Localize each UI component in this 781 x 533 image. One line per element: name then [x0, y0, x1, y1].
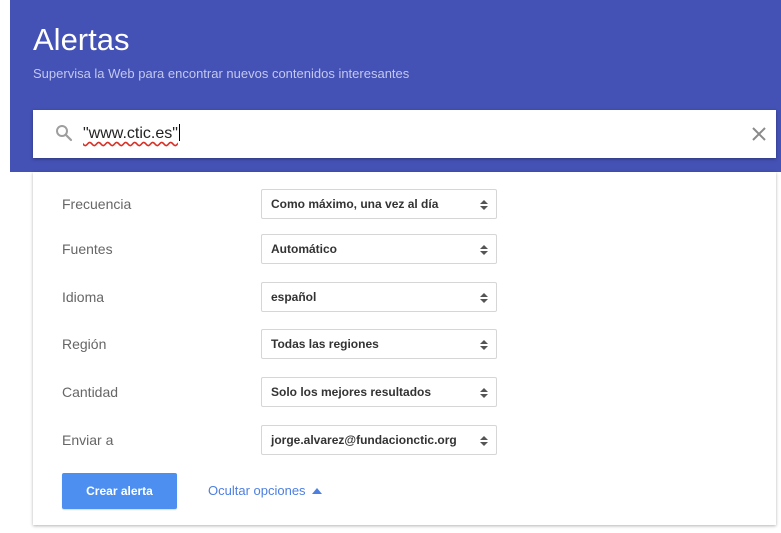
text-cursor — [178, 124, 180, 141]
select-arrows-icon — [480, 436, 488, 446]
select-arrows-icon — [480, 200, 488, 210]
enviar-a-select[interactable]: jorge.alvarez@fundacionctic.org — [261, 425, 497, 455]
select-value: Automático — [271, 242, 337, 256]
select-value: Como máximo, una vez al día — [271, 197, 439, 211]
select-value: jorge.alvarez@fundacionctic.org — [271, 433, 457, 447]
select-value: Todas las regiones — [271, 337, 379, 351]
select-arrows-icon — [480, 388, 488, 398]
option-row-frecuencia: Frecuencia Como máximo, una vez al día — [33, 189, 776, 221]
option-label: Idioma — [62, 289, 105, 305]
create-alert-button[interactable]: Crear alerta — [62, 473, 177, 509]
option-label: Cantidad — [62, 384, 119, 400]
hide-options-link[interactable]: Ocultar opciones — [208, 483, 322, 499]
close-icon[interactable] — [750, 125, 768, 143]
option-label: Enviar a — [62, 432, 114, 448]
select-arrows-icon — [480, 340, 488, 350]
option-row-idioma: Idioma español — [33, 282, 776, 314]
caret-up-icon — [311, 488, 322, 494]
option-row-fuentes: Fuentes Automático — [33, 234, 776, 266]
select-arrows-icon — [480, 293, 488, 303]
hide-options-label: Ocultar opciones — [208, 483, 306, 498]
select-arrows-icon — [480, 245, 488, 255]
option-label: Frecuencia — [62, 196, 132, 212]
option-row-region: Región Todas las regiones — [33, 329, 776, 361]
option-row-cantidad: Cantidad Solo los mejores resultados — [33, 377, 776, 409]
options-panel: Frecuencia Como máximo, una vez al día F… — [33, 172, 776, 525]
region-select[interactable]: Todas las regiones — [261, 329, 497, 359]
search-query[interactable]: "www.ctic.es" — [83, 124, 180, 144]
frecuencia-select[interactable]: Como máximo, una vez al día — [261, 189, 497, 219]
cantidad-select[interactable]: Solo los mejores resultados — [261, 377, 497, 407]
page-subtitle: Supervisa la Web para encontrar nuevos c… — [33, 66, 410, 81]
search-query-text: "www.ctic.es" — [83, 125, 178, 142]
option-label: Fuentes — [62, 241, 113, 257]
page-margin — [0, 0, 10, 533]
search-input[interactable]: "www.ctic.es" — [33, 110, 776, 158]
page-title: Alertas — [33, 22, 130, 57]
option-label: Región — [62, 336, 107, 352]
fuentes-select[interactable]: Automático — [261, 234, 497, 264]
select-value: Solo los mejores resultados — [271, 385, 432, 399]
select-value: español — [271, 290, 317, 304]
search-icon — [56, 125, 73, 142]
idioma-select[interactable]: español — [261, 282, 497, 312]
option-row-enviar-a: Enviar a jorge.alvarez@fundacionctic.org — [33, 425, 776, 457]
